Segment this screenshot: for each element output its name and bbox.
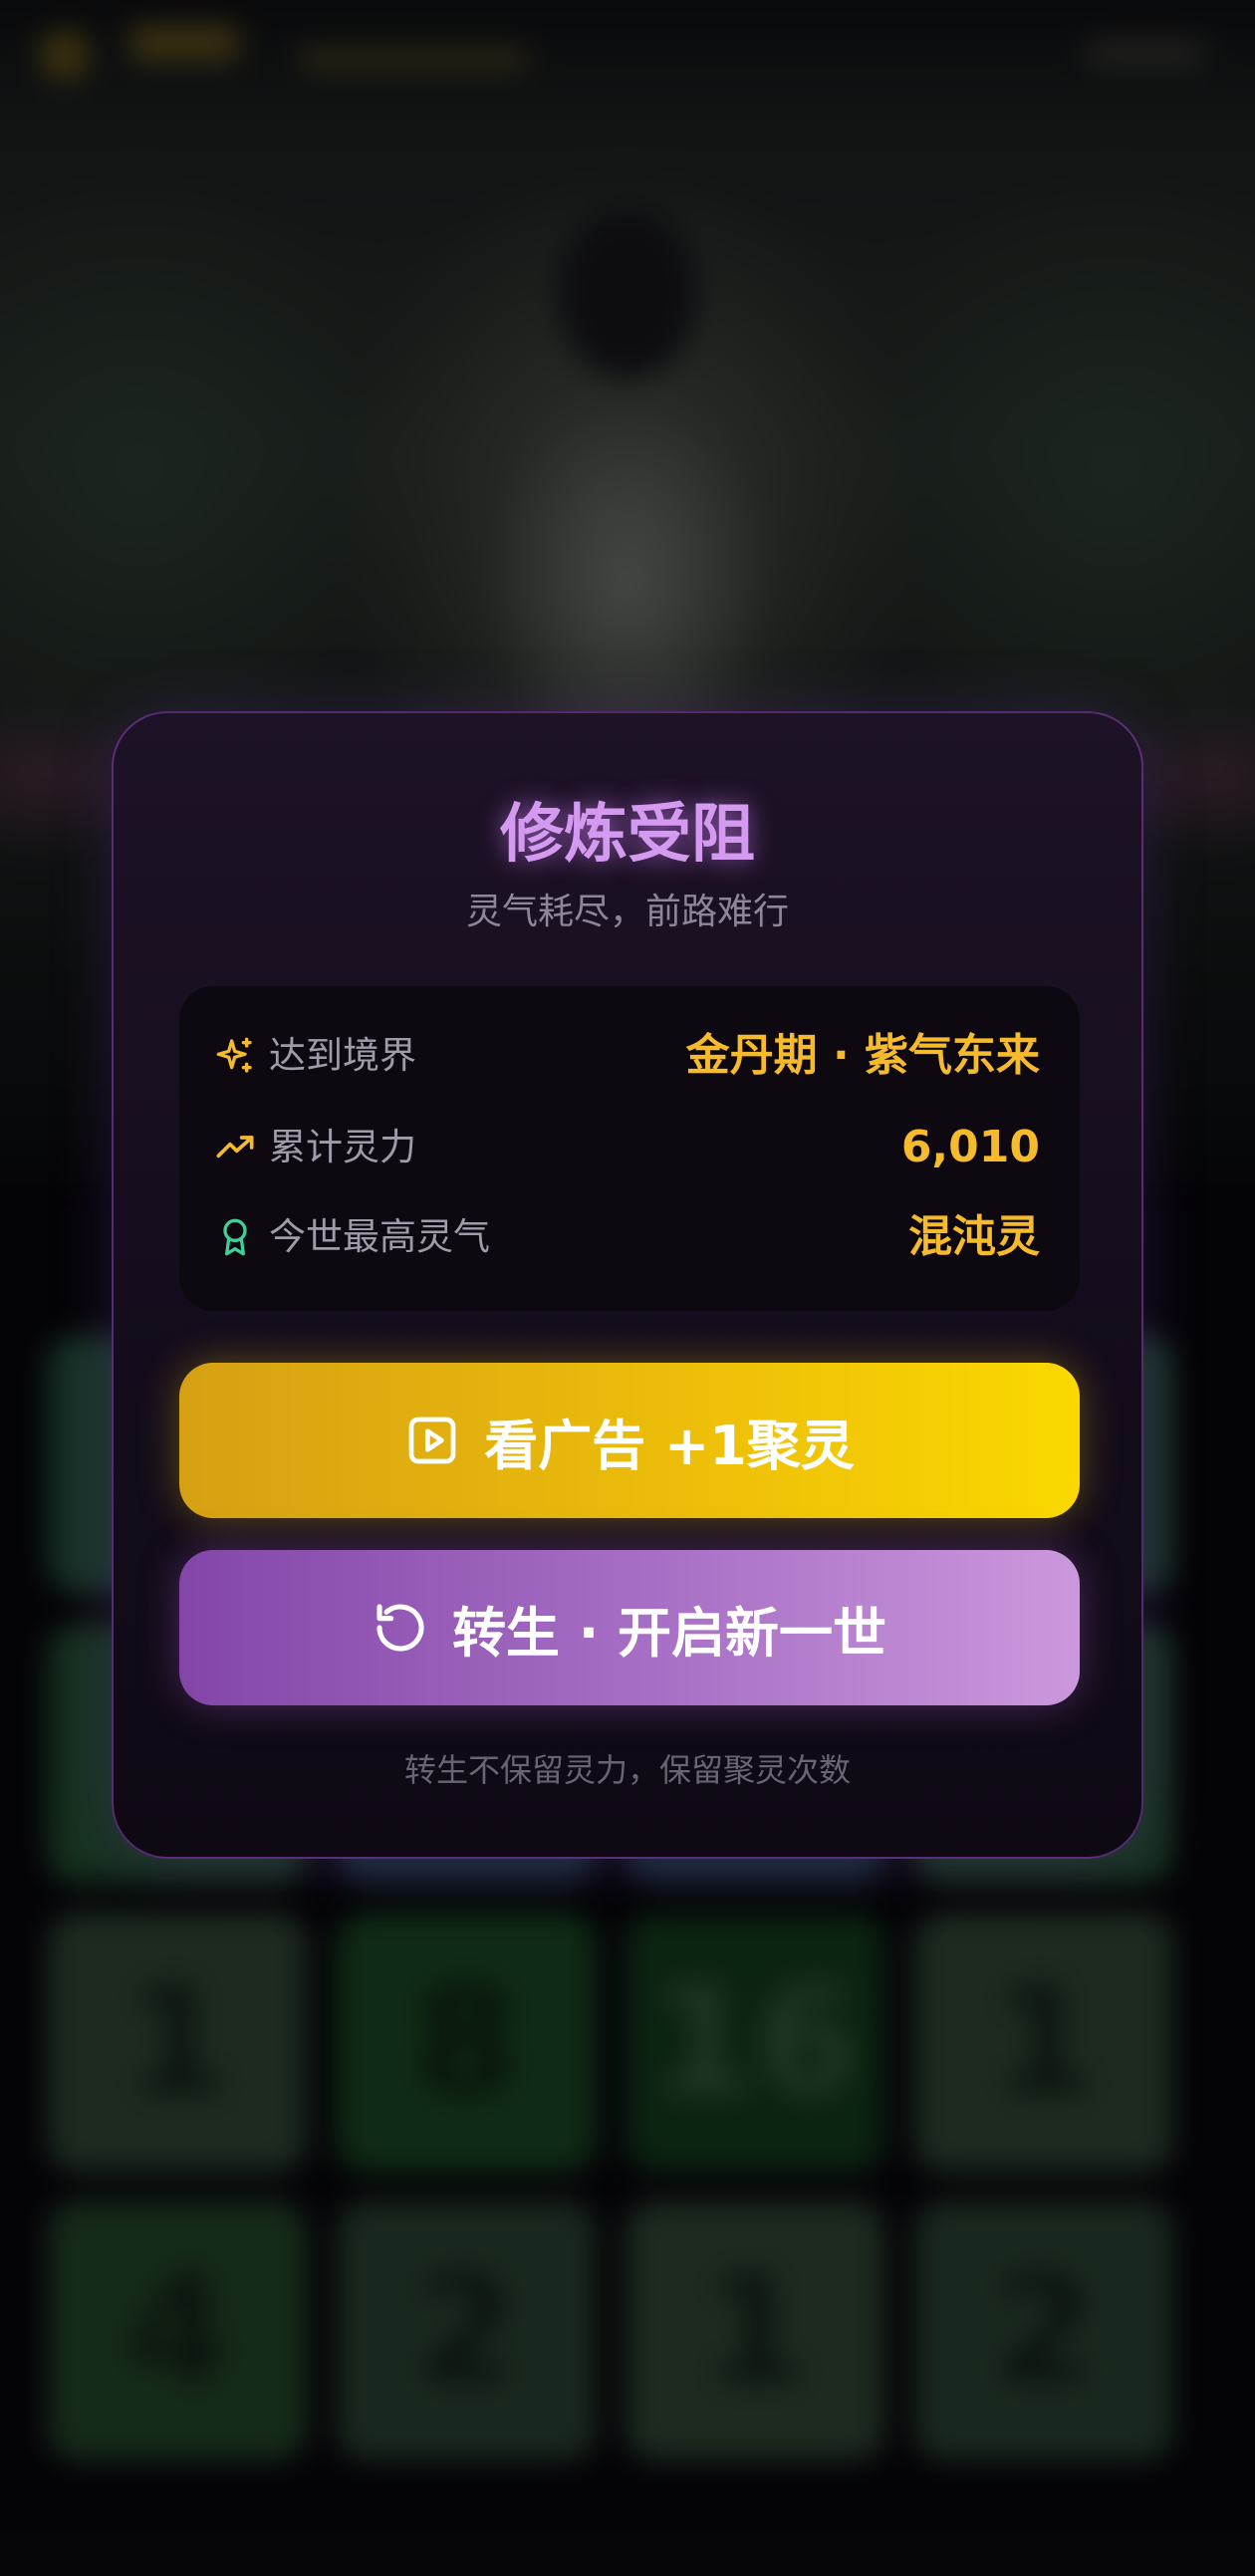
game-screen: 1 8 16 1 4 2 1 2 修炼受阻 灵气耗尽，前路难行 达到境界 金丹期… xyxy=(0,0,1255,2576)
stat-value: 金丹期 · 紫气东来 xyxy=(685,1030,1040,1081)
stat-row-realm: 达到境界 金丹期 · 紫气东来 xyxy=(179,1024,1080,1088)
sparkles-icon xyxy=(216,1037,252,1073)
stat-label: 达到境界 xyxy=(269,1034,416,1077)
stat-label: 今世最高灵气 xyxy=(269,1215,490,1258)
watch-ad-label: 看广告 +1聚灵 xyxy=(484,1414,855,1477)
stat-value: 6,010 xyxy=(900,1122,1040,1172)
play-video-icon xyxy=(408,1417,456,1464)
modal-title: 修炼受阻 xyxy=(500,798,755,872)
stats-panel: 达到境界 金丹期 · 紫气东来 累计灵力 6,010 今世最高灵气 混沌灵 xyxy=(179,986,1080,1311)
game-over-modal: 修炼受阻 灵气耗尽，前路难行 达到境界 金丹期 · 紫气东来 累计灵力 6,01… xyxy=(112,711,1143,1859)
stat-row-highest-aura: 今世最高灵气 混沌灵 xyxy=(179,1205,1080,1269)
watch-ad-button[interactable]: 看广告 +1聚灵 xyxy=(179,1363,1080,1518)
trending-up-icon xyxy=(216,1136,254,1159)
award-icon xyxy=(223,1218,247,1256)
rebirth-button[interactable]: 转生 · 开启新一世 xyxy=(179,1550,1080,1705)
rotate-ccw-icon xyxy=(376,1604,424,1652)
stat-row-total-power: 累计灵力 6,010 xyxy=(179,1116,1080,1179)
stat-value: 混沌灵 xyxy=(908,1211,1040,1262)
rebirth-label: 转生 · 开启新一世 xyxy=(451,1601,887,1665)
stat-label: 累计灵力 xyxy=(269,1126,416,1168)
modal-subtitle: 灵气耗尽，前路难行 xyxy=(465,892,789,932)
modal-footnote: 转生不保留灵力，保留聚灵次数 xyxy=(403,1751,851,1789)
